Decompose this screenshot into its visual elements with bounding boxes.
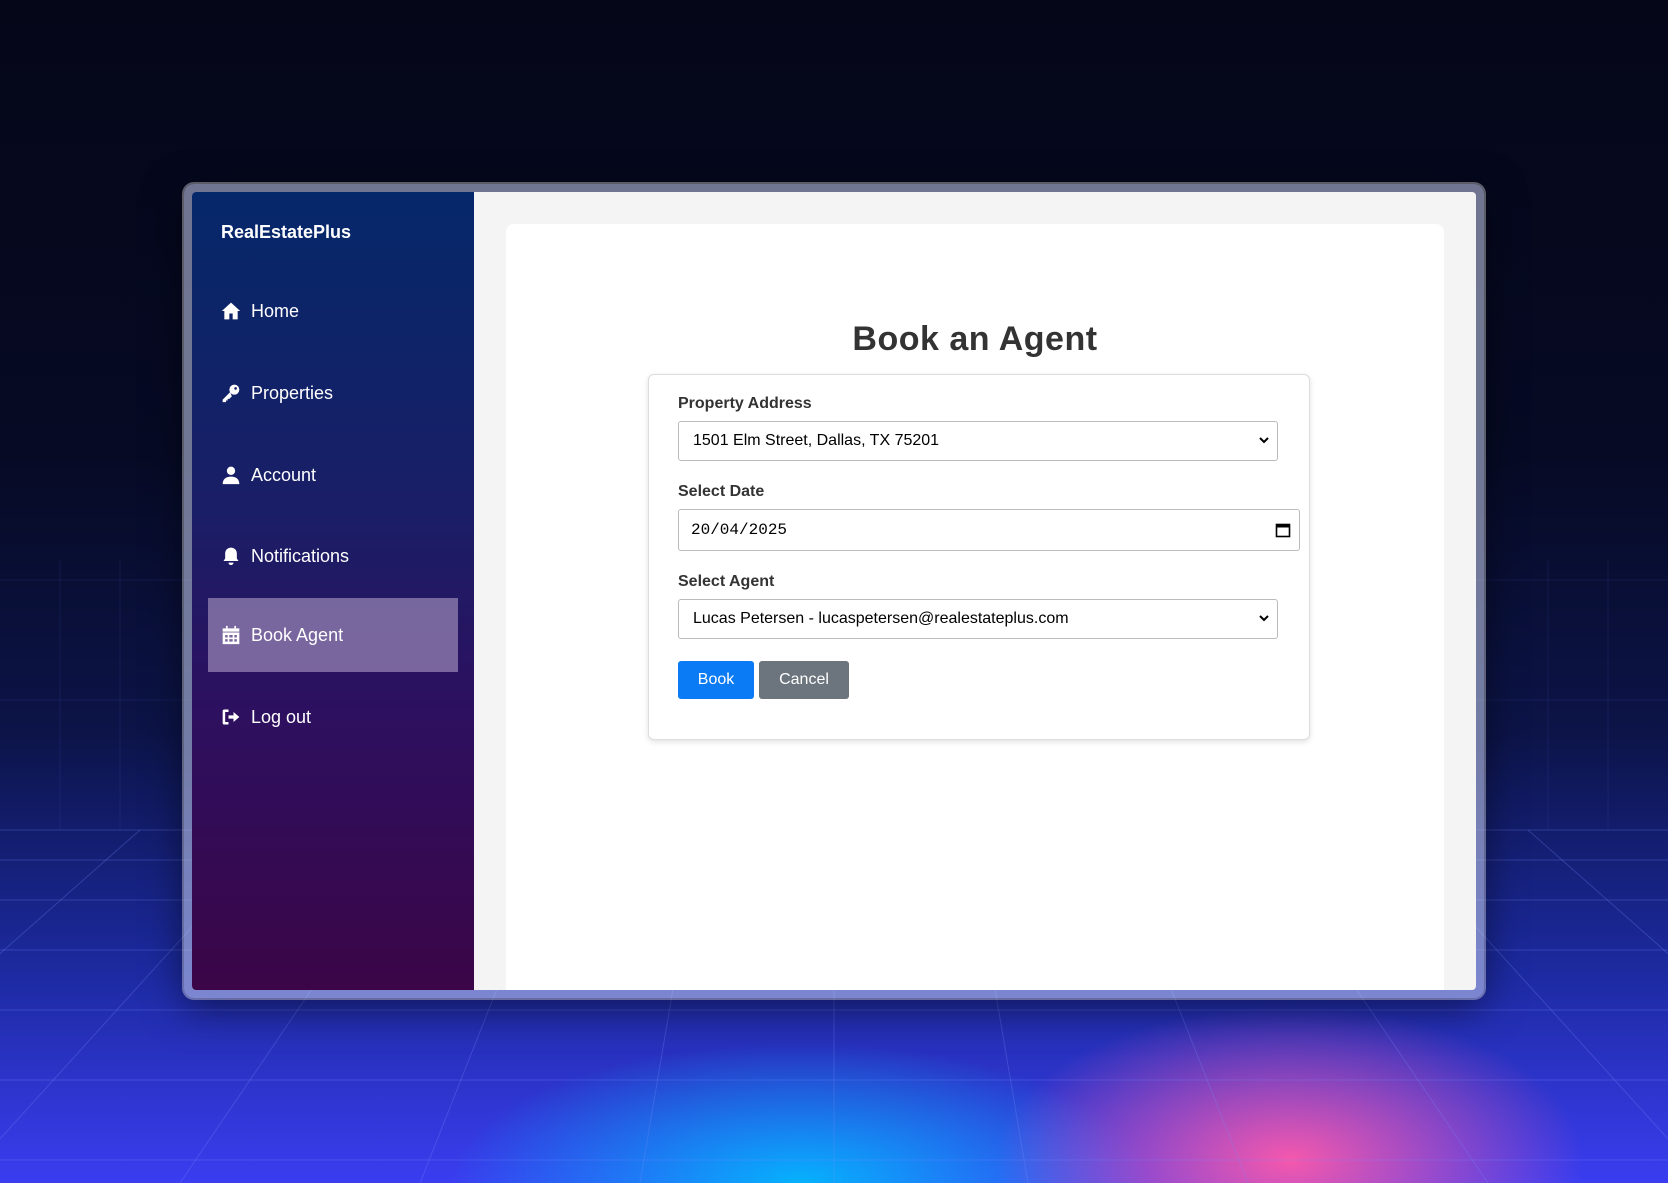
- agent-value: Lucas Petersen - lucaspetersen@realestat…: [693, 610, 1069, 627]
- user-icon: [221, 465, 241, 485]
- home-icon: [221, 301, 241, 321]
- date-value: 20/04/2025: [691, 521, 788, 539]
- sidebar-item-label: Book Agent: [251, 624, 344, 645]
- date-input[interactable]: 20/04/2025: [678, 509, 1300, 551]
- sidebar-item-label: Log out: [251, 706, 312, 727]
- sidebar-item-properties[interactable]: Properties: [208, 356, 458, 430]
- sidebar: RealEstatePlus Home Properties Account N…: [192, 192, 474, 990]
- cancel-button[interactable]: Cancel: [759, 661, 849, 699]
- calendar-icon: [221, 625, 241, 645]
- logout-icon: [221, 707, 241, 727]
- agent-select[interactable]: Lucas Petersen - lucaspetersen@realestat…: [678, 599, 1278, 639]
- key-icon: [221, 383, 241, 403]
- chevron-down-icon: [1259, 437, 1269, 444]
- content-card: Book an Agent Property Address 1501 Elm …: [506, 224, 1444, 990]
- bell-icon: [221, 546, 241, 566]
- sidebar-item-label: Properties: [251, 382, 334, 403]
- sidebar-item-label: Notifications: [251, 545, 350, 566]
- property-address-select[interactable]: 1501 Elm Street, Dallas, TX 75201: [678, 421, 1278, 461]
- property-address-value: 1501 Elm Street, Dallas, TX 75201: [693, 432, 940, 449]
- sidebar-item-account[interactable]: Account: [208, 438, 458, 512]
- app-window: RealEstatePlus Home Properties Account N…: [184, 184, 1484, 998]
- calendar-picker-icon[interactable]: [1275, 522, 1291, 538]
- booking-form: Property Address 1501 Elm Street, Dallas…: [648, 374, 1310, 740]
- select-agent-label: Select Agent: [678, 573, 775, 590]
- book-button[interactable]: Book: [678, 661, 754, 699]
- property-address-label: Property Address: [678, 395, 812, 412]
- sidebar-item-log-out[interactable]: Log out: [208, 680, 458, 754]
- select-date-label: Select Date: [678, 483, 765, 500]
- sidebar-item-notifications[interactable]: Notifications: [208, 519, 458, 593]
- sidebar-item-label: Account: [251, 464, 317, 485]
- sidebar-item-label: Home: [251, 300, 300, 321]
- sidebar-item-book-agent[interactable]: Book Agent: [208, 598, 458, 672]
- brand-name: RealEstatePlus: [221, 222, 352, 242]
- app-window-inner: RealEstatePlus Home Properties Account N…: [192, 192, 1476, 990]
- sidebar-item-home[interactable]: Home: [208, 274, 458, 348]
- main-content: Book an Agent Property Address 1501 Elm …: [474, 192, 1476, 990]
- page-title: Book an Agent: [852, 320, 1098, 358]
- chevron-down-icon: [1259, 615, 1269, 622]
